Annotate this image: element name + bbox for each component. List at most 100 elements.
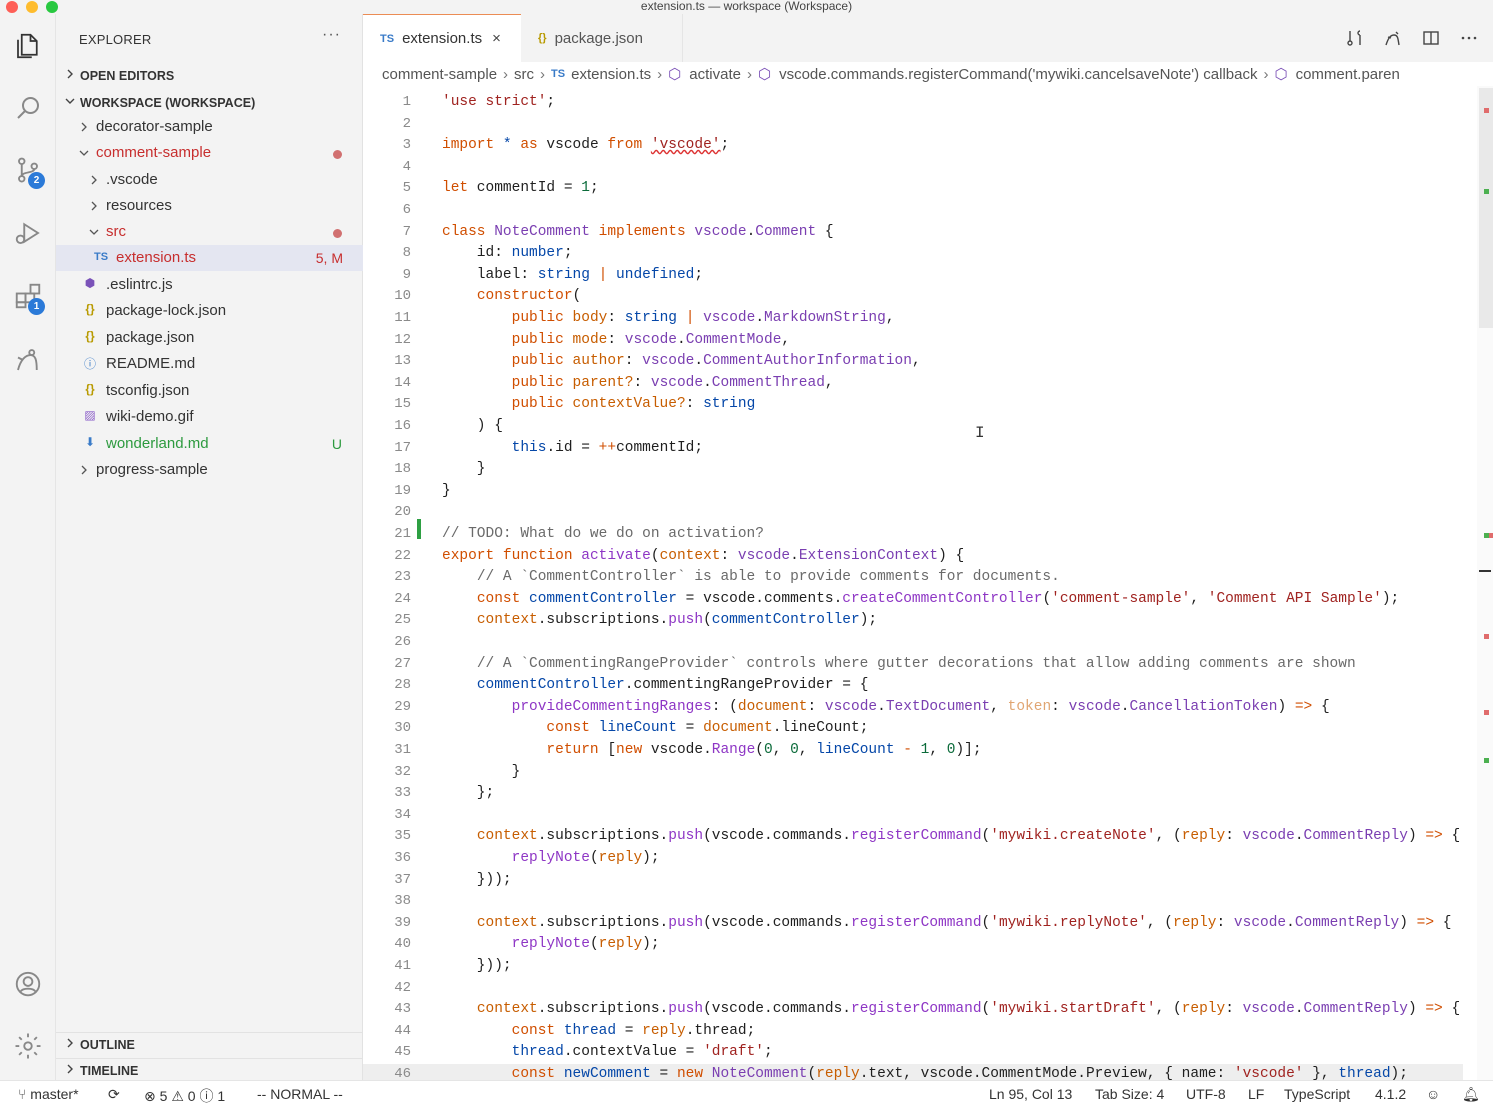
tree-file-package-lock[interactable]: {} package-lock.json <box>56 298 363 324</box>
code-line[interactable]: 21 // TODO: What do we do on activation? <box>363 524 1463 546</box>
ts-version[interactable]: 4.1.2 <box>1375 1086 1406 1102</box>
source-control-icon[interactable]: 2 <box>0 146 56 194</box>
code-line[interactable]: 36 replyNote(reply); <box>363 848 1463 870</box>
cursor-position[interactable]: Ln 95, Col 13 <box>989 1086 1072 1102</box>
outline-section[interactable]: OUTLINE <box>56 1032 363 1056</box>
close-tab-icon[interactable]: × <box>492 30 501 47</box>
remote-explorer-icon[interactable] <box>0 336 56 384</box>
code-line[interactable]: 39 context.subscriptions.push(vscode.com… <box>363 913 1463 935</box>
code-line[interactable]: 6 <box>363 200 1463 222</box>
overview-ruler[interactable] <box>1477 86 1493 1080</box>
code-line[interactable]: 4 <box>363 157 1463 179</box>
code-line[interactable]: 24 const commentController = vscode.comm… <box>363 589 1463 611</box>
code-line[interactable]: 5 let commentId = 1; <box>363 178 1463 200</box>
language-mode[interactable]: TypeScript <box>1284 1086 1350 1102</box>
code-line[interactable]: 1 'use strict'; <box>363 92 1463 114</box>
extensions-icon[interactable]: 1 <box>0 272 56 320</box>
code-line[interactable]: 40 replyNote(reply); <box>363 934 1463 956</box>
code-line[interactable]: 29 provideCommentingRanges: (document: v… <box>363 697 1463 719</box>
code-line[interactable]: 31 return [new vscode.Range(0, 0, lineCo… <box>363 740 1463 762</box>
tree-folder-comment-sample[interactable]: comment-sample <box>56 140 363 166</box>
code-line[interactable]: 38 <box>363 891 1463 913</box>
tree-file-tsconfig[interactable]: {} tsconfig.json <box>56 378 363 404</box>
scrollbar-thumb[interactable] <box>1479 88 1493 328</box>
tab-size[interactable]: Tab Size: 4 <box>1095 1086 1164 1102</box>
code-line[interactable]: 44 const thread = reply.thread; <box>363 1021 1463 1043</box>
code-line[interactable]: 42 <box>363 978 1463 1000</box>
code-line[interactable]: 19} <box>363 481 1463 503</box>
split-editor-icon[interactable] <box>1421 28 1441 48</box>
tree-file-package-json[interactable]: {} package.json <box>56 325 363 351</box>
code-line[interactable]: 27 // A `CommentingRangeProvider` contro… <box>363 654 1463 676</box>
code-line[interactable]: 20 <box>363 502 1463 524</box>
code-line[interactable]: 34 <box>363 805 1463 827</box>
code-line[interactable]: 43 context.subscriptions.push(vscode.com… <box>363 999 1463 1021</box>
tree-file-eslintrc[interactable]: ⬢ .eslintrc.js <box>56 272 363 298</box>
breadcrumb-folder[interactable]: comment-sample <box>382 66 497 83</box>
code-line[interactable]: 25 context.subscriptions.push(commentCon… <box>363 610 1463 632</box>
code-line[interactable]: 18 } <box>363 459 1463 481</box>
code-line[interactable]: 16 ) { <box>363 416 1463 438</box>
code-line[interactable]: 45 thread.contextValue = 'draft'; <box>363 1042 1463 1064</box>
remote-icon[interactable] <box>1383 28 1403 48</box>
code-line[interactable]: 46 const newComment = new NoteComment(re… <box>363 1064 1463 1080</box>
code-line[interactable]: 10 constructor( <box>363 286 1463 308</box>
code-line[interactable]: 9 label: string | undefined; <box>363 265 1463 287</box>
breadcrumb-file[interactable]: extension.ts <box>571 66 651 83</box>
feedback-icon[interactable]: ☺ <box>1426 1086 1440 1102</box>
more-actions-icon[interactable]: ··· <box>322 26 341 44</box>
code-line[interactable]: 13 public author: vscode.CommentAuthorIn… <box>363 351 1463 373</box>
code-line[interactable]: 26 <box>363 632 1463 654</box>
branch-status[interactable]: ⑂ master* <box>18 1086 79 1102</box>
tree-file-readme[interactable]: ⓘ README.md <box>56 351 363 377</box>
breadcrumb-symbol[interactable]: comment.paren <box>1296 66 1400 83</box>
tree-file-wiki-demo-gif[interactable]: ▨ wiki-demo.gif <box>56 404 363 430</box>
sync-icon[interactable]: ⟳ <box>108 1086 120 1103</box>
tree-folder-progress-sample[interactable]: progress-sample <box>56 457 363 483</box>
code-line[interactable]: 35 context.subscriptions.push(vscode.com… <box>363 826 1463 848</box>
code-line[interactable]: 23 // A `CommentController` is able to p… <box>363 567 1463 589</box>
code-line[interactable]: 12 public mode: vscode.CommentMode, <box>363 330 1463 352</box>
tree-folder-src[interactable]: src <box>56 219 363 245</box>
breadcrumb-folder[interactable]: src <box>514 66 534 83</box>
accounts-icon[interactable] <box>0 960 56 1008</box>
code-line[interactable]: 17 this.id = ++commentId; <box>363 438 1463 460</box>
tree-folder-vscode[interactable]: .vscode <box>56 167 363 193</box>
open-changes-icon[interactable] <box>1345 28 1365 48</box>
open-editors-section[interactable]: OPEN EDITORS <box>56 64 363 88</box>
code-line[interactable]: 14 public parent?: vscode.CommentThread, <box>363 373 1463 395</box>
search-icon[interactable] <box>0 84 56 132</box>
tree-folder-resources[interactable]: resources <box>56 193 363 219</box>
tab-extension-ts[interactable]: TS extension.ts × <box>363 14 521 62</box>
workspace-section[interactable]: WORKSPACE (WORKSPACE) <box>56 91 363 115</box>
code-line[interactable]: 3 import * as vscode from 'vscode'; <box>363 135 1463 157</box>
settings-gear-icon[interactable] <box>0 1022 56 1070</box>
code-line[interactable]: 33 }; <box>363 783 1463 805</box>
code-line[interactable]: 28 commentController.commentingRangeProv… <box>363 675 1463 697</box>
breadcrumb-symbol[interactable]: vscode.commands.registerCommand('mywiki.… <box>779 66 1257 83</box>
timeline-section[interactable]: TIMELINE <box>56 1058 363 1082</box>
tree-folder-decorator-sample[interactable]: decorator-sample <box>56 114 363 140</box>
more-actions-icon[interactable] <box>1459 28 1479 48</box>
tree-file-wonderland[interactable]: ⬇ wonderland.md U <box>56 431 363 457</box>
code-line[interactable]: 11 public body: string | vscode.Markdown… <box>363 308 1463 330</box>
explorer-icon[interactable] <box>0 22 56 70</box>
tab-package-json[interactable]: {} package.json <box>521 14 683 62</box>
code-line[interactable]: 32 } <box>363 762 1463 784</box>
code-editor[interactable]: 1'use strict'; 2 3 import * as vscode from … <box>363 86 1493 1080</box>
code-line[interactable]: 2 <box>363 114 1463 136</box>
code-line[interactable]: 15 public contextValue?: string <box>363 394 1463 416</box>
problems-status[interactable]: ⊗ 5 ⚠ 0 ⓘ 1 <box>144 1086 225 1106</box>
notifications-bell-icon[interactable]: 🔔︎ <box>1462 1086 1480 1103</box>
tree-file-extension-ts[interactable]: TS extension.ts 5, M <box>56 245 363 271</box>
breadcrumb-symbol[interactable]: activate <box>689 66 741 83</box>
encoding[interactable]: UTF-8 <box>1186 1086 1226 1102</box>
run-debug-icon[interactable] <box>0 209 56 257</box>
code-line[interactable]: 41 })); <box>363 956 1463 978</box>
code-line[interactable]: 8 id: number; <box>363 243 1463 265</box>
code-line[interactable]: 7 class NoteComment implements vscode.Com… <box>363 222 1463 244</box>
end-of-line[interactable]: LF <box>1248 1086 1264 1102</box>
code-line[interactable]: 37 })); <box>363 870 1463 892</box>
code-line[interactable]: 22 export function activate(context: vsco… <box>363 546 1463 568</box>
code-line[interactable]: 30 const lineCount = document.lineCount; <box>363 718 1463 740</box>
